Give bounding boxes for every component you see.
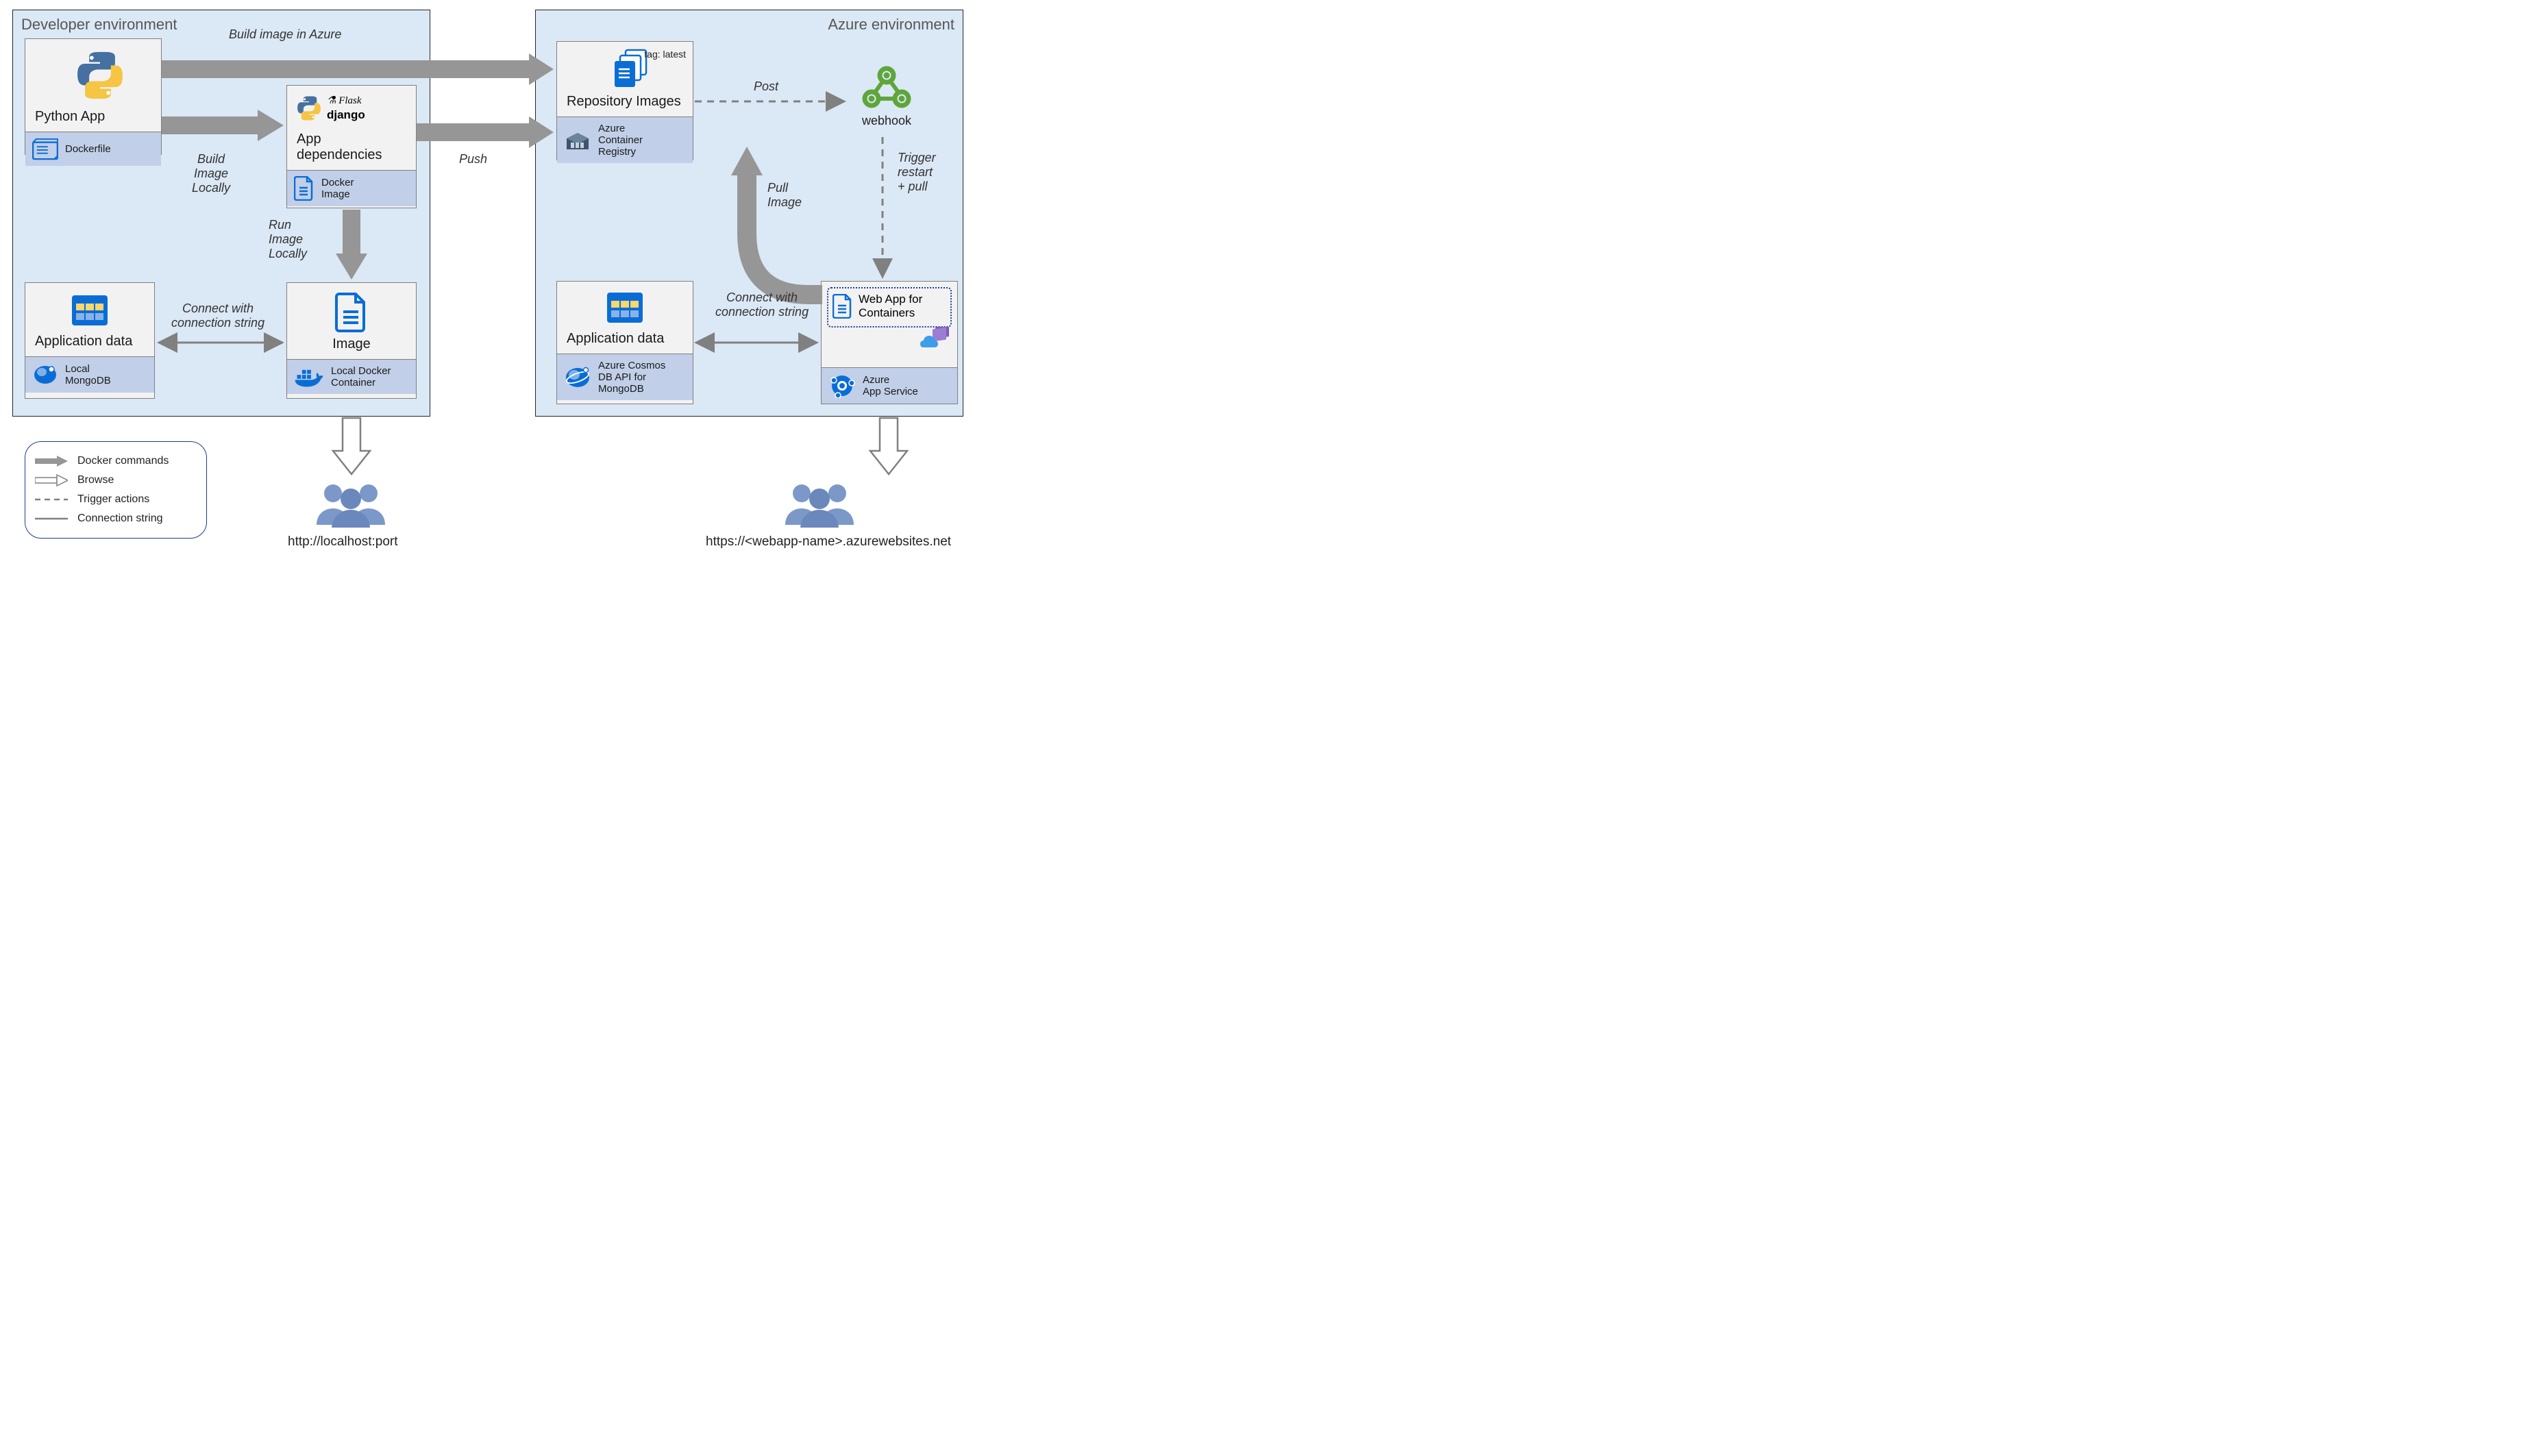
repo-images-title: Repository Images: [557, 90, 693, 116]
dockerfile-icon: [32, 138, 58, 160]
tag-latest: tag: latest: [644, 49, 686, 60]
app-service-icon: [828, 373, 856, 398]
table-azure-icon: [557, 282, 693, 324]
local-url: http://localhost:port: [288, 534, 398, 550]
webapp-sub: Azure App Service: [822, 367, 957, 404]
python-app-title: Python App: [25, 102, 161, 132]
repo-images-sub-label: Azure Container Registry: [598, 123, 643, 158]
python-small-icon: [295, 95, 323, 122]
app-data-local-sub: Local MongoDB: [25, 356, 154, 393]
repo-images-sub: Azure Container Registry: [557, 116, 693, 163]
image-card: Image Local Docker Container: [286, 282, 417, 399]
pull-label: Pull Image: [767, 181, 802, 210]
users-azure-icon: [778, 480, 861, 528]
users-local-icon: [310, 480, 392, 528]
legend-conn: Connection string: [35, 509, 191, 528]
image-card-sub-label: Local Docker Container: [331, 365, 391, 388]
repo-images-card: tag: latest Repository Images Azure Cont…: [556, 41, 693, 160]
build-azure-label: Build image in Azure: [229, 27, 341, 42]
connect-local-label: Connect with connection string: [171, 301, 264, 330]
app-deps-sub-label: Docker Image: [321, 177, 354, 200]
dev-env-title: Developer environment: [21, 16, 177, 34]
table-icon: [25, 283, 154, 327]
build-local-label: Build Image Locally: [192, 152, 230, 195]
post-label: Post: [754, 79, 778, 94]
app-data-azure-sub-label: Azure Cosmos DB API for MongoDB: [598, 360, 665, 395]
connect-azure-label: Connect with connection string: [715, 291, 809, 319]
django-logo: django: [327, 108, 365, 122]
webhook-node: webhook: [852, 66, 921, 128]
python-app-card: Python App Dockerfile: [25, 38, 162, 155]
app-data-local-sub-label: Local MongoDB: [65, 363, 111, 386]
file-icon: [287, 283, 416, 332]
mongodb-local-icon: [32, 362, 58, 387]
image-card-title: Image: [287, 332, 416, 359]
webapp-file-icon: [833, 293, 853, 319]
legend-box: Docker commands Browse Trigger actions C…: [25, 441, 207, 539]
app-deps-title: App dependencies: [287, 122, 416, 170]
azure-env-title: Azure environment: [828, 16, 954, 34]
app-deps-sub: Docker Image: [287, 170, 416, 206]
cloud-box-icon: [920, 327, 953, 351]
webhook-label: webhook: [852, 114, 921, 128]
app-data-local-card: Application data Local MongoDB: [25, 282, 155, 399]
azure-url: https://<webapp-name>.azurewebsites.net: [706, 534, 951, 550]
webhook-icon: [852, 66, 921, 111]
app-data-azure-title: Application data: [557, 324, 693, 354]
flask-logo: ⚗ Flask: [327, 94, 365, 107]
webapp-inset-title: Web App for Containers: [859, 293, 922, 319]
webapp-sub-label: Azure App Service: [863, 374, 918, 397]
app-data-azure-sub: Azure Cosmos DB API for MongoDB: [557, 354, 693, 400]
legend-docker: Docker commands: [35, 452, 191, 471]
image-card-sub: Local Docker Container: [287, 359, 416, 394]
trigger-label: Trigger restart + pull: [898, 151, 936, 194]
push-label: Push: [459, 152, 487, 166]
acr-icon: [564, 129, 591, 152]
app-deps-card: ⚗ Flask django App dependencies Docker I…: [286, 85, 417, 208]
webapp-inset: Web App for Containers: [827, 287, 952, 328]
webapp-card: Web App for Containers Azure App Service: [821, 281, 958, 404]
run-local-label: Run Image Locally: [269, 218, 307, 261]
app-data-azure-card: Application data Azure Cosmos DB API for…: [556, 281, 693, 404]
legend-trigger: Trigger actions: [35, 490, 191, 509]
legend-browse: Browse: [35, 471, 191, 490]
cosmos-icon: [564, 365, 591, 391]
python-icon: [25, 39, 161, 102]
python-app-sub-label: Dockerfile: [65, 143, 111, 155]
docker-image-icon: [294, 176, 315, 201]
python-app-sub: Dockerfile: [25, 132, 161, 166]
docker-container-icon: [294, 366, 324, 388]
app-data-local-title: Application data: [25, 327, 154, 356]
